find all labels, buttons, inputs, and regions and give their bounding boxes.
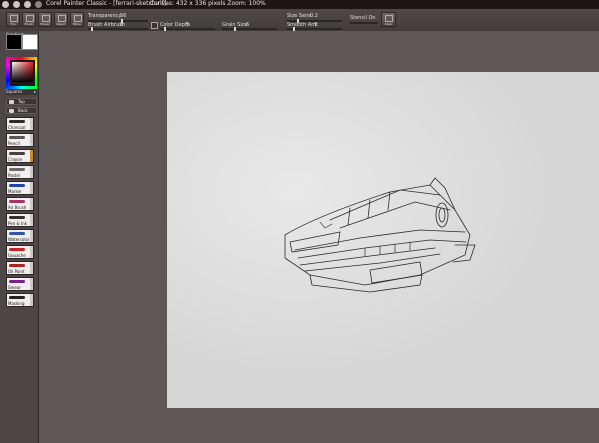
- masking-stroke-icon: [9, 296, 25, 299]
- background-color-swatch[interactable]: [22, 34, 38, 50]
- select-button[interactable]: Select: [54, 12, 68, 27]
- brush-airbrush-slider[interactable]: [88, 27, 148, 31]
- tool-grip: [30, 198, 33, 210]
- tool-grip: [30, 150, 33, 162]
- title-bar: Corel Painter Classic - [ferrari-sketch.…: [0, 0, 599, 9]
- maximize-icon[interactable]: [24, 1, 31, 8]
- toolbar: File Brush Eraser Select Move Transparen…: [0, 9, 599, 32]
- oil-paint-stroke-icon: [9, 264, 25, 267]
- smear-stroke-icon: [9, 280, 25, 283]
- tool-name: Pen & Ink: [8, 221, 27, 226]
- color-depth-checkbox[interactable]: [151, 22, 158, 29]
- file-button-label: File: [10, 22, 16, 26]
- tool-grip: [30, 118, 33, 130]
- back-icon: [9, 109, 14, 113]
- stencil-label: Stencil On: [350, 15, 376, 21]
- smooth-amt-slider[interactable]: [287, 27, 342, 31]
- select-button-label: Select: [56, 22, 66, 26]
- eraser-button-label: Eraser: [40, 22, 50, 26]
- move-button-label: Move: [72, 22, 82, 26]
- tool-grip: [30, 182, 33, 194]
- file-button[interactable]: File: [6, 12, 20, 27]
- clear-button[interactable]: Clear: [381, 12, 396, 27]
- tool-watercolor[interactable]: Watercolor: [6, 229, 34, 243]
- saturation-value-square[interactable]: [12, 62, 33, 82]
- gouache-stroke-icon: [9, 248, 25, 251]
- tool-grip: [30, 278, 33, 290]
- tool-grip: [30, 294, 33, 306]
- color-picker[interactable]: [6, 57, 37, 89]
- size-sens-value: 0.2: [310, 13, 318, 19]
- stencil-slider[interactable]: [350, 22, 378, 24]
- pencil-stroke-icon: [9, 136, 25, 139]
- crayon-stroke-icon: [9, 152, 25, 155]
- move-button[interactable]: Move: [70, 12, 84, 27]
- tool-grip: [30, 246, 33, 258]
- tool-name: Air Brush: [8, 205, 27, 210]
- tool-grip: [30, 134, 33, 146]
- tool-oil-paint[interactable]: Oil Paint: [6, 261, 34, 275]
- grain-size-slider[interactable]: [222, 27, 277, 31]
- brush-button-label: Brush: [24, 22, 34, 26]
- select-icon: [58, 15, 66, 22]
- tool-name: Marker: [8, 189, 22, 194]
- top-icon: [9, 100, 14, 104]
- tool-name: Watercolor: [8, 237, 30, 242]
- car-sketch-drawing: [284, 177, 476, 293]
- back-button[interactable]: Back: [6, 107, 37, 114]
- picker-mode-arrow-icon: ▸: [33, 89, 36, 94]
- watercolor-stroke-icon: [9, 232, 25, 235]
- tool-grip: [30, 262, 33, 274]
- tool-name: Pencil: [8, 141, 20, 146]
- color-depth-slider[interactable]: [160, 27, 215, 31]
- tool-name: Charcoal: [8, 125, 26, 130]
- brush-button[interactable]: Brush: [22, 12, 36, 27]
- window-title: Corel Painter Classic - [ferrari-sketch.…: [46, 0, 167, 7]
- close-icon[interactable]: [35, 1, 42, 8]
- tool-airbrush[interactable]: Air Brush: [6, 197, 34, 211]
- tool-name: Masking: [8, 301, 25, 306]
- tool-panel: Gradient Squares ▸ Top Back Charcoal Pen…: [0, 31, 39, 443]
- picker-mode-select[interactable]: Squares ▸: [6, 89, 37, 95]
- eraser-icon: [42, 15, 50, 22]
- picker-mode-label: Squares: [6, 89, 23, 94]
- brush-icon: [26, 15, 34, 22]
- marker-stroke-icon: [9, 184, 25, 187]
- app-menu-icon[interactable]: [2, 1, 9, 8]
- eraser-button[interactable]: Eraser: [38, 12, 52, 27]
- tool-grip: [30, 230, 33, 242]
- tool-charcoal[interactable]: Charcoal: [6, 117, 34, 131]
- foreground-color-swatch[interactable]: [6, 34, 22, 50]
- minimize-icon[interactable]: [13, 1, 20, 8]
- tool-pastel[interactable]: Pastel: [6, 165, 34, 179]
- clear-icon: [385, 15, 393, 22]
- tool-crayon[interactable]: Crayon: [6, 149, 34, 163]
- airbrush-stroke-icon: [9, 200, 25, 203]
- top-button[interactable]: Top: [6, 98, 37, 105]
- tool-smear[interactable]: Smear: [6, 277, 34, 291]
- tool-name: Oil Paint: [8, 269, 25, 274]
- tool-name: Smear: [8, 285, 21, 290]
- pen-ink-stroke-icon: [9, 216, 25, 219]
- tool-grip: [30, 214, 33, 226]
- move-icon: [74, 15, 82, 22]
- tool-pen-ink[interactable]: Pen & Ink: [6, 213, 34, 227]
- file-icon: [10, 15, 18, 22]
- tool-name: Crayon: [8, 157, 23, 162]
- top-label: Top: [18, 99, 25, 104]
- tool-masking[interactable]: Masking: [6, 293, 34, 307]
- tool-name: Gouache: [8, 253, 26, 258]
- clear-button-label: Clear: [384, 22, 393, 26]
- transparency-label: Transparency: [88, 13, 122, 19]
- charcoal-stroke-icon: [9, 120, 25, 123]
- tool-pencil[interactable]: Pencil: [6, 133, 34, 147]
- tool-name: Pastel: [8, 173, 20, 178]
- tool-grip: [30, 166, 33, 178]
- pastel-stroke-icon: [9, 168, 25, 171]
- back-label: Back: [18, 108, 28, 113]
- tool-marker[interactable]: Marker: [6, 181, 34, 195]
- canvas-info: Canvas: 432 x 336 pixels Zoom: 100%: [150, 0, 266, 7]
- tool-gouache[interactable]: Gouache: [6, 245, 34, 259]
